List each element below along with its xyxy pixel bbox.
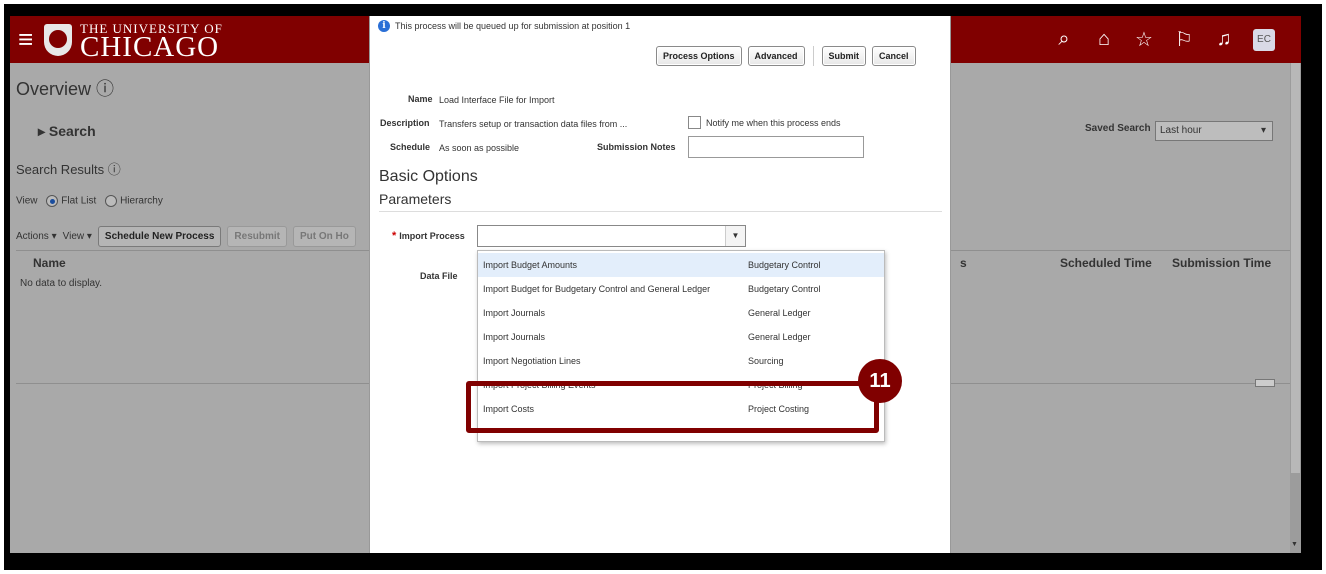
basic-options-heading: Basic Options [379, 168, 478, 185]
description-label: Description [380, 118, 430, 128]
option-name: Import Budget for Budgetary Control and … [483, 284, 711, 294]
import-process-select[interactable]: ▼ [477, 225, 746, 247]
actions-menu[interactable]: Actions ▾ [16, 231, 57, 242]
help-icon[interactable]: ⓘ [96, 79, 114, 99]
option-category: General Ledger [748, 332, 811, 342]
required-marker: * [392, 230, 397, 242]
option-name: Import Budget Amounts [483, 260, 578, 270]
view-mode-row: View Flat List Hierarchy [16, 195, 163, 207]
description-value: Transfers setup or transaction data file… [439, 119, 628, 129]
callout-step-number: 11 [858, 359, 902, 403]
schedule-value: As soon as possible [439, 143, 520, 153]
university-crest-logo [44, 24, 72, 56]
page-scrollbar[interactable] [1290, 63, 1301, 553]
search-heading: Search [48, 123, 96, 139]
saved-search-label: Saved Search [1085, 123, 1151, 134]
data-file-label: Data File [420, 271, 458, 281]
submission-notes-label: Submission Notes [597, 142, 676, 152]
no-data-message: No data to display. [20, 278, 103, 289]
avatar[interactable]: EC [1253, 28, 1275, 51]
column-header-submission-time[interactable]: Submission Time [1172, 256, 1271, 270]
star-icon[interactable]: ☆ [1133, 27, 1155, 52]
page-title: Overview ⓘ [16, 79, 115, 99]
option-category: Budgetary Control [748, 260, 821, 270]
search-section-toggle[interactable]: ▸ Search [38, 123, 96, 140]
parameters-heading: Parameters [379, 191, 452, 207]
brand-main-text: CHICAGO [80, 31, 220, 63]
saved-search-value: Last hour [1160, 125, 1202, 136]
column-header-name[interactable]: Name [33, 256, 66, 270]
help-icon[interactable]: ⓘ [108, 162, 121, 177]
import-process-label: * Import Process [392, 230, 465, 242]
list-item[interactable]: Import Journals General Ledger [478, 301, 884, 325]
saved-search-select[interactable]: Last hour ▾ [1155, 121, 1273, 141]
notify-label: Notify me when this process ends [706, 118, 841, 128]
button-separator [812, 46, 814, 66]
search-icon[interactable]: ⌕ [1053, 28, 1075, 51]
scroll-down-icon[interactable]: ▼ [1291, 541, 1298, 548]
info-icon: i [378, 20, 390, 32]
notify-checkbox[interactable] [688, 116, 701, 129]
schedule-process-dialog: i This process will be queued up for sub… [369, 16, 951, 553]
option-category: General Ledger [748, 308, 811, 318]
chevron-down-icon: ▾ [1260, 125, 1266, 136]
grid-footer-button[interactable] [1255, 379, 1275, 387]
parameters-divider [379, 211, 942, 212]
bell-icon[interactable]: ♫ [1213, 28, 1235, 51]
flat-list-radio[interactable] [46, 195, 59, 207]
hierarchy-label: Hierarchy [120, 195, 163, 207]
screenshot-frame: ≡ THE UNIVERSITY OF CHICAGO ⌕ ⌂ ☆ ⚐ ♫ EC… [4, 4, 1322, 570]
view-label: View [16, 195, 38, 207]
option-name: Import Journals [483, 308, 546, 318]
home-icon[interactable]: ⌂ [1093, 28, 1115, 51]
list-item[interactable]: Import Journals General Ledger [478, 325, 884, 349]
option-category: Budgetary Control [748, 284, 821, 294]
queue-info-message: i This process will be queued up for sub… [378, 20, 630, 32]
option-name: Import Negotiation Lines [483, 356, 581, 366]
flat-list-label: Flat List [61, 195, 97, 207]
schedule-label: Schedule [390, 142, 431, 152]
dropdown-arrow-icon[interactable]: ▼ [725, 226, 745, 246]
name-label: Name [408, 94, 433, 104]
hamburger-menu-icon[interactable]: ≡ [18, 26, 33, 52]
results-toolbar: Actions ▾ View ▾ Schedule New Process Re… [16, 226, 356, 247]
scrollbar-thumb[interactable] [1291, 63, 1300, 473]
cancel-button[interactable]: Cancel [872, 46, 916, 66]
application-window: ≡ THE UNIVERSITY OF CHICAGO ⌕ ⌂ ☆ ⚐ ♫ EC… [10, 16, 1301, 553]
put-on-hold-button[interactable]: Put On Ho [292, 226, 356, 247]
list-item[interactable]: Import Budget Amounts Budgetary Control [478, 253, 884, 277]
header-icon-bar: ⌕ ⌂ ☆ ⚐ ♫ EC [1053, 27, 1275, 52]
view-menu[interactable]: View ▾ [63, 231, 92, 242]
queue-info-text: This process will be queued up for submi… [395, 21, 631, 31]
search-results-heading: Search Results ⓘ [16, 162, 121, 177]
schedule-new-process-button[interactable]: Schedule New Process [97, 226, 222, 247]
resubmit-button[interactable]: Resubmit [227, 226, 287, 247]
submit-button[interactable]: Submit [821, 46, 867, 66]
name-value: Load Interface File for Import [439, 95, 555, 105]
list-item[interactable]: Import Negotiation Lines Sourcing [478, 349, 884, 373]
submission-notes-input[interactable] [688, 136, 864, 158]
flag-icon[interactable]: ⚐ [1173, 27, 1195, 52]
callout-highlight-box [466, 381, 879, 433]
advanced-button[interactable]: Advanced [747, 46, 805, 66]
option-category: Sourcing [748, 356, 784, 366]
process-options-button[interactable]: Process Options [656, 46, 742, 66]
column-header-partial[interactable]: s [960, 256, 967, 270]
list-item[interactable]: Import Budget for Budgetary Control and … [478, 277, 884, 301]
column-header-scheduled-time[interactable]: Scheduled Time [1060, 256, 1152, 270]
dialog-button-bar: Process Options Advanced Submit Cancel [656, 46, 916, 66]
hierarchy-radio[interactable] [105, 195, 118, 207]
option-name: Import Journals [483, 332, 546, 342]
